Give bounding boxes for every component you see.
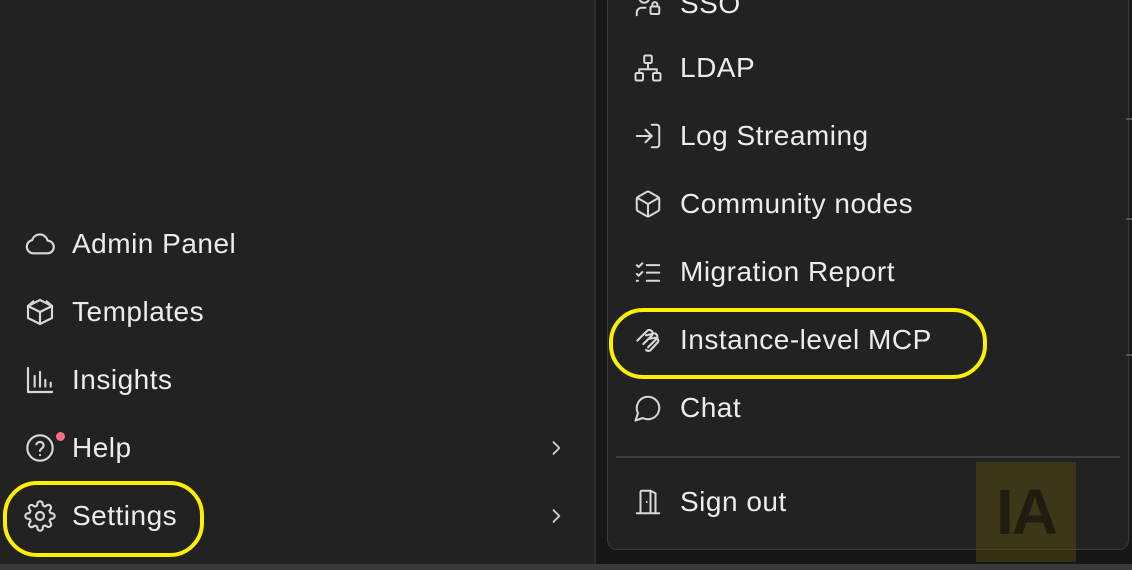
menu-item-label: Sign out	[680, 486, 787, 517]
sidebar-item-label: Help	[72, 432, 132, 463]
menu-item-label: LDAP	[680, 52, 756, 83]
watermark-text: IA	[996, 476, 1058, 548]
menu-item-label: Community nodes	[680, 188, 914, 219]
menu-item-label: Instance-level MCP	[680, 324, 932, 355]
bottom-strip	[0, 564, 1132, 570]
mcp-icon	[620, 312, 676, 368]
menu-item-log-streaming[interactable]: Log Streaming	[620, 108, 1120, 164]
menu-divider	[616, 456, 1120, 458]
door-icon	[620, 474, 676, 530]
chevron-right-icon	[542, 434, 570, 462]
gear-icon	[20, 496, 60, 536]
watermark-logo: IA	[976, 462, 1076, 562]
menu-item-community-nodes[interactable]: Community nodes	[620, 176, 1120, 232]
chevron-right-icon	[542, 502, 570, 530]
menu-item-ldap[interactable]: LDAP	[620, 40, 1120, 96]
menu-item-sso[interactable]: SSO	[620, 0, 1120, 32]
sidebar-item-insights[interactable]: Insights	[20, 354, 580, 406]
menu-item-instance-level-mcp[interactable]: Instance-level MCP	[620, 312, 1120, 368]
package-icon	[620, 176, 676, 232]
checklist-icon	[620, 244, 676, 300]
menu-item-chat[interactable]: Chat	[620, 380, 1120, 436]
network-icon	[620, 40, 676, 96]
sidebar-item-admin-panel[interactable]: Admin Panel	[20, 218, 580, 270]
log-in-icon	[620, 108, 676, 164]
sidebar-item-label: Insights	[72, 364, 173, 395]
sidebar-item-label: Admin Panel	[72, 228, 237, 259]
bar-chart-icon	[20, 360, 60, 400]
user-lock-icon	[620, 0, 676, 32]
edge-mark	[1126, 354, 1132, 356]
sidebar-item-label: Settings	[72, 500, 178, 531]
edge-mark	[1126, 118, 1132, 120]
help-circle-icon	[20, 428, 65, 468]
menu-item-label: Chat	[680, 392, 742, 423]
sidebar-item-help[interactable]: Help	[20, 422, 580, 474]
sidebar-divider	[594, 0, 596, 564]
chat-bubble-icon	[620, 380, 676, 436]
menu-item-migration-report[interactable]: Migration Report	[620, 244, 1120, 300]
sidebar-item-templates[interactable]: Templates	[20, 286, 580, 338]
box-icon	[20, 292, 60, 332]
sidebar-item-settings[interactable]: Settings	[20, 490, 580, 542]
sidebar	[0, 0, 594, 564]
cloud-icon	[20, 224, 60, 264]
notification-dot	[56, 432, 65, 441]
menu-item-label: Migration Report	[680, 256, 895, 287]
edge-mark	[1126, 218, 1132, 220]
menu-item-label: Log Streaming	[680, 120, 869, 151]
menu-item-label: SSO	[680, 0, 741, 19]
sidebar-item-label: Templates	[72, 296, 205, 327]
